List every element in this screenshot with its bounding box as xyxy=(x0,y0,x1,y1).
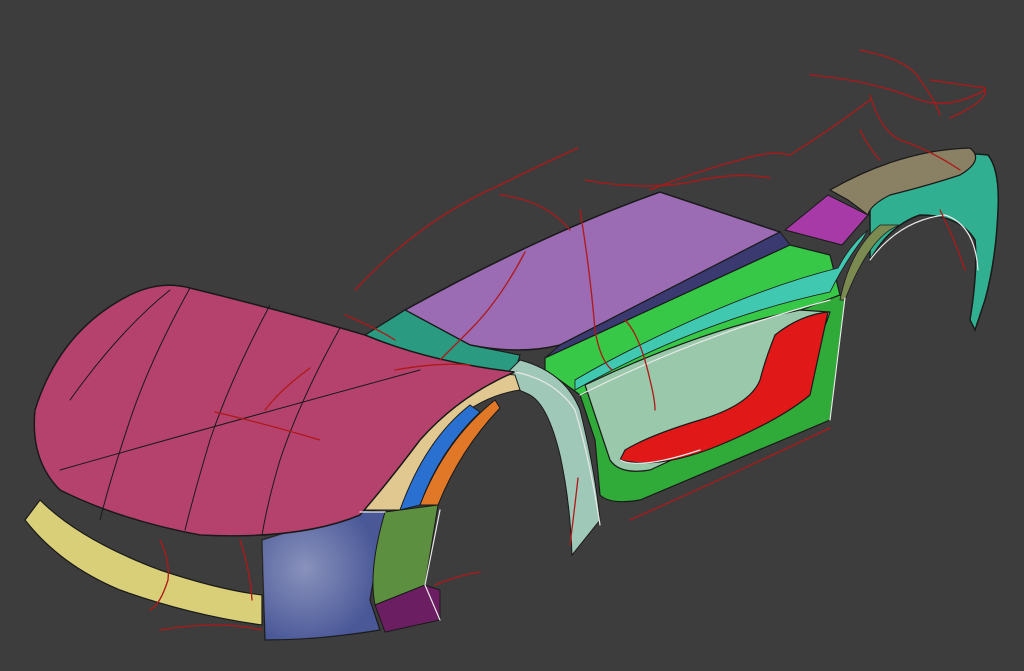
cad-3d-viewport[interactable] xyxy=(0,0,1024,671)
construction-curve xyxy=(859,49,941,116)
construction-curve xyxy=(584,174,771,187)
construction-curve xyxy=(859,129,881,161)
construction-curve xyxy=(159,624,263,631)
construction-curve xyxy=(239,539,253,601)
construction-curve xyxy=(434,571,481,586)
construction-curve xyxy=(929,79,987,119)
construction-curve xyxy=(809,74,986,104)
construction-curve xyxy=(499,194,571,231)
